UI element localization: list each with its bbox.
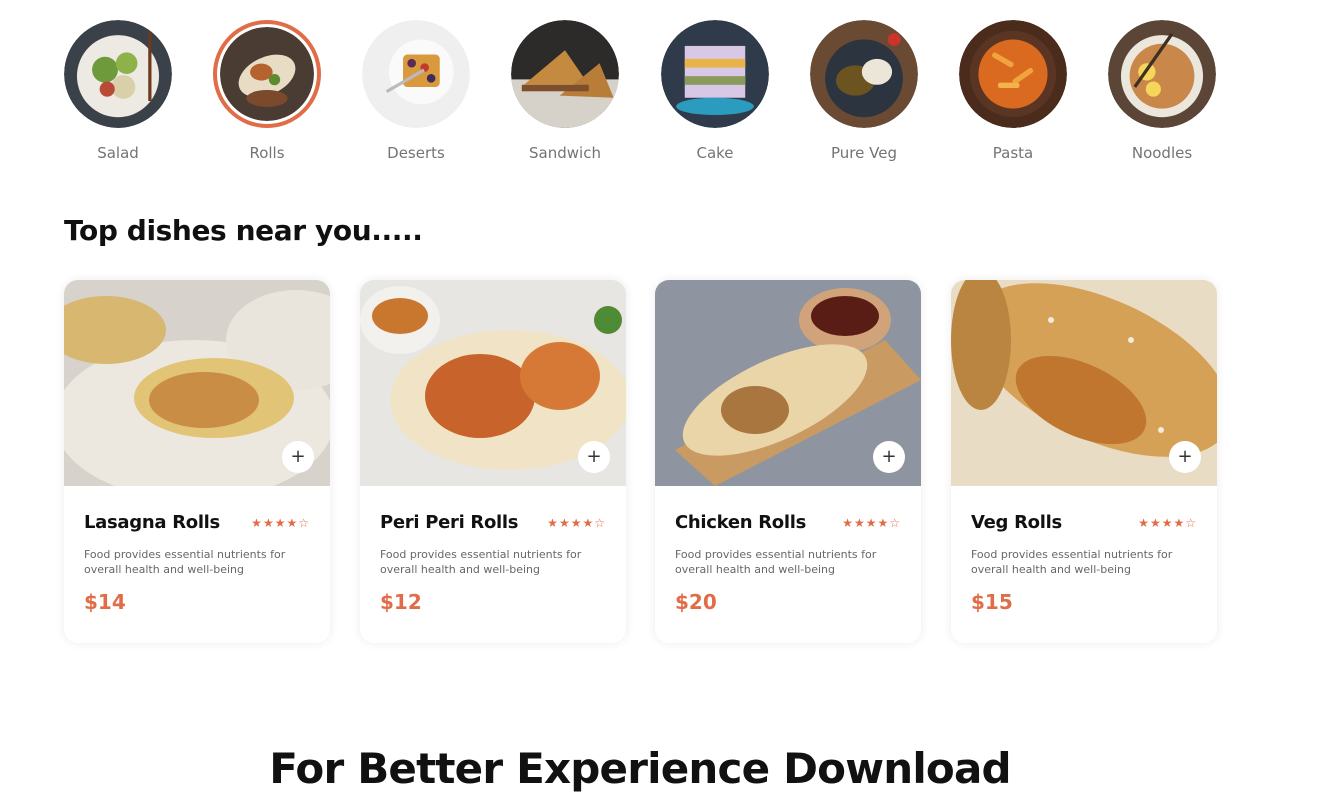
rating-stars: ★★★★☆ — [547, 516, 606, 530]
star-outline-icon: ☆ — [298, 516, 310, 530]
star-icon: ★ — [853, 516, 866, 530]
rating-stars: ★★★★☆ — [251, 516, 310, 530]
dish-price: $20 — [675, 590, 717, 614]
category-label: Sandwich — [529, 144, 601, 162]
star-icon: ★ — [558, 516, 571, 530]
star-icon: ★ — [842, 516, 854, 530]
category-label: Rolls — [249, 144, 285, 162]
category-pure-veg[interactable]: Pure Veg — [789, 20, 939, 162]
star-icon: ★ — [286, 516, 299, 530]
star-outline-icon: ☆ — [594, 516, 606, 530]
rating-stars: ★★★★☆ — [842, 516, 901, 530]
download-title: For Better Experience Download — [269, 744, 1011, 793]
dish-description: Food provides essential nutrients for ov… — [84, 548, 286, 576]
star-icon: ★ — [1173, 516, 1186, 530]
dish-photo: + — [655, 280, 921, 486]
dish-card[interactable]: + Peri Peri Rolls ★★★★☆ Food provides es… — [360, 280, 626, 643]
cake-image — [661, 20, 769, 128]
star-outline-icon: ☆ — [1185, 516, 1197, 530]
category-cake[interactable]: Cake — [640, 20, 790, 162]
star-icon: ★ — [274, 516, 287, 530]
star-icon: ★ — [570, 516, 583, 530]
category-label: Deserts — [387, 144, 445, 162]
star-outline-icon: ☆ — [889, 516, 901, 530]
star-icon: ★ — [547, 516, 559, 530]
dish-price: $12 — [380, 590, 422, 614]
pasta-image — [959, 20, 1067, 128]
salad-image — [64, 20, 172, 128]
dish-description: Food provides essential nutrients for ov… — [971, 548, 1173, 576]
dish-description: Food provides essential nutrients for ov… — [380, 548, 582, 576]
star-icon: ★ — [1149, 516, 1162, 530]
dish-photo: + — [951, 280, 1217, 486]
star-icon: ★ — [262, 516, 275, 530]
category-label: Cake — [696, 144, 734, 162]
add-to-cart-button[interactable]: + — [282, 441, 314, 473]
dish-list: + Lasagna Rolls ★★★★☆ Food provides esse… — [64, 280, 1217, 643]
star-icon: ★ — [877, 516, 890, 530]
category-rolls[interactable]: Rolls — [192, 20, 342, 162]
rolls-image — [213, 20, 321, 128]
star-icon: ★ — [251, 516, 263, 530]
category-label: Salad — [97, 144, 139, 162]
dish-price: $14 — [84, 590, 126, 614]
category-label: Pure Veg — [831, 144, 897, 162]
dish-card[interactable]: + Veg Rolls ★★★★☆ Food provides essentia… — [951, 280, 1217, 643]
dish-card[interactable]: + Chicken Rolls ★★★★☆ Food provides esse… — [655, 280, 921, 643]
dish-description: Food provides essential nutrients for ov… — [675, 548, 877, 576]
rating-stars: ★★★★☆ — [1138, 516, 1197, 530]
add-to-cart-button[interactable]: + — [578, 441, 610, 473]
star-icon: ★ — [865, 516, 878, 530]
section-title: Top dishes near you..... — [64, 214, 423, 247]
category-pasta[interactable]: Pasta — [938, 20, 1088, 162]
dish-card[interactable]: + Lasagna Rolls ★★★★☆ Food provides esse… — [64, 280, 330, 643]
dish-photo: + — [360, 280, 626, 486]
noodles-image — [1108, 20, 1216, 128]
dish-photo: + — [64, 280, 330, 486]
dish-price: $15 — [971, 590, 1013, 614]
add-to-cart-button[interactable]: + — [873, 441, 905, 473]
pure-veg-image — [810, 20, 918, 128]
deserts-image — [362, 20, 470, 128]
category-label: Pasta — [992, 144, 1034, 162]
star-icon: ★ — [1161, 516, 1174, 530]
category-noodles[interactable]: Noodles — [1087, 20, 1237, 162]
category-sandwich[interactable]: Sandwich — [490, 20, 640, 162]
star-icon: ★ — [1138, 516, 1150, 530]
add-to-cart-button[interactable]: + — [1169, 441, 1201, 473]
sandwich-image — [511, 20, 619, 128]
star-icon: ★ — [582, 516, 595, 530]
category-salad[interactable]: Salad — [43, 20, 193, 162]
category-label: Noodles — [1131, 144, 1193, 162]
category-deserts[interactable]: Deserts — [341, 20, 491, 162]
category-menu: Salad Rolls Deserts Sandwich Cake Pure V… — [0, 20, 1328, 170]
